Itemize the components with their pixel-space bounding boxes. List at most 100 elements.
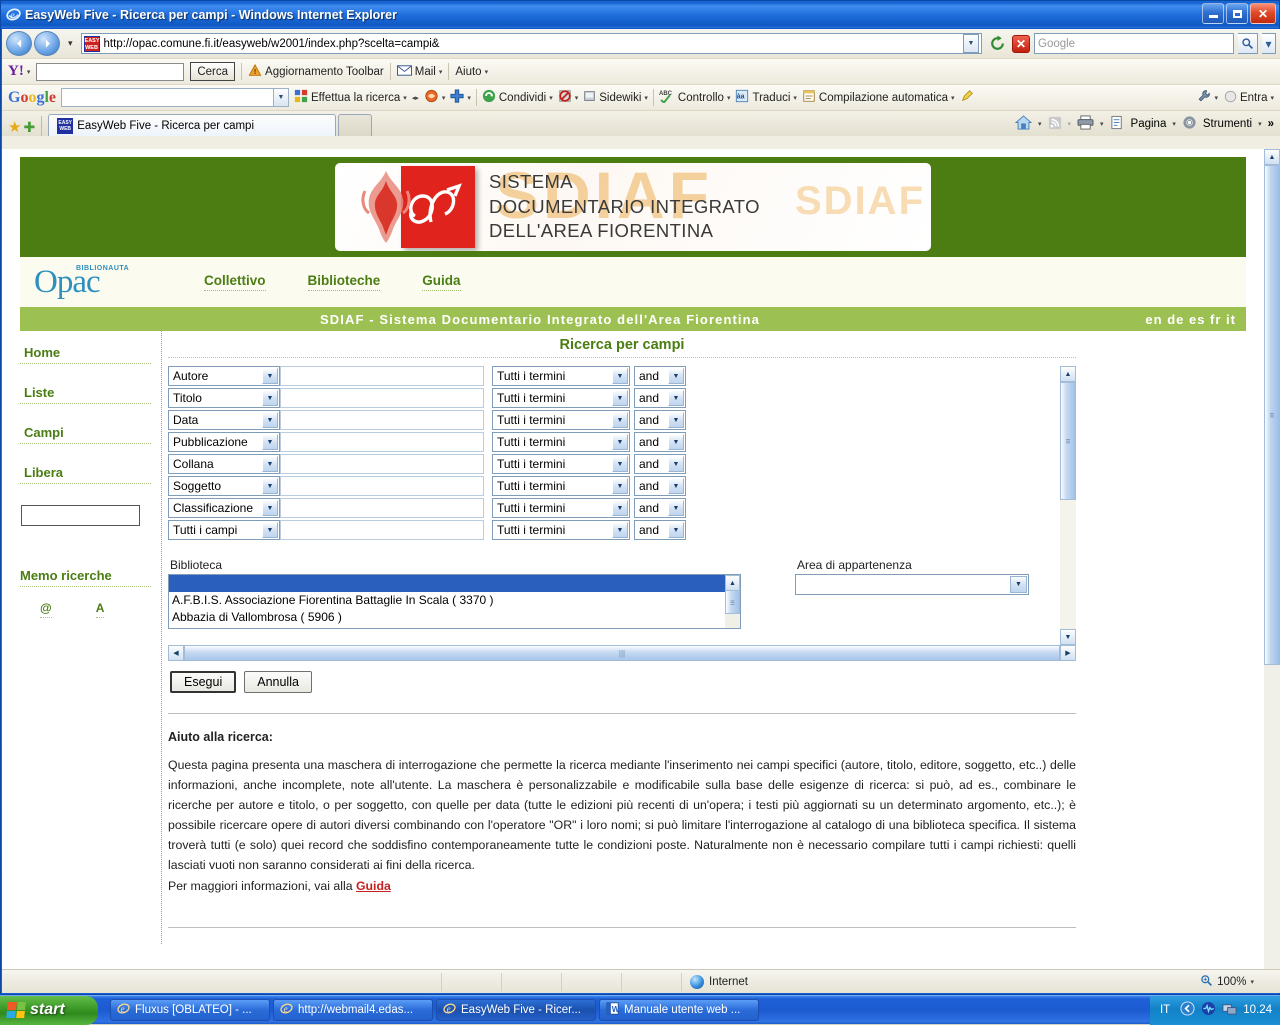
- field-value-6[interactable]: [280, 498, 484, 518]
- page-scroll-thumb[interactable]: ≡: [1264, 165, 1280, 665]
- scroll-right-icon[interactable]: ▶: [1060, 645, 1076, 661]
- field-select-0[interactable]: Autore▼: [168, 366, 280, 386]
- frame-horizontal-scrollbar[interactable]: ◀ ||| ▶: [168, 645, 1076, 661]
- language-switcher[interactable]: en de es fr it: [1145, 312, 1236, 327]
- chevron-down-icon[interactable]: ▼: [262, 368, 278, 384]
- chevron-down-icon[interactable]: ▼: [262, 412, 278, 428]
- highlighter-item[interactable]: [960, 89, 974, 106]
- stop-icon[interactable]: ✕: [1012, 35, 1030, 53]
- chevron-down-icon[interactable]: ▾: [442, 94, 446, 102]
- biblioteca-scrollbar[interactable]: ▲ ≡: [725, 575, 740, 629]
- search-icon[interactable]: [1238, 33, 1258, 54]
- nav-link-collettivo[interactable]: Collettivo: [204, 273, 266, 291]
- chevron-down-icon[interactable]: ▾: [793, 94, 797, 102]
- chevron-down-icon[interactable]: ▼: [262, 522, 278, 538]
- field-value-2[interactable]: [280, 410, 484, 430]
- guida-link[interactable]: Guida: [356, 879, 391, 893]
- chevron-down-icon[interactable]: ▾: [1038, 120, 1042, 128]
- chevron-down-icon[interactable]: ▼: [668, 390, 684, 406]
- chevron-down-icon[interactable]: ▼: [612, 434, 628, 450]
- forward-button[interactable]: [34, 31, 60, 56]
- translate-item[interactable]: àa Traduci ▾: [735, 89, 796, 106]
- task-easyweb[interactable]: e EasyWeb Five - Ricer...: [436, 999, 596, 1021]
- chevron-down-icon[interactable]: ▾: [403, 94, 407, 102]
- field-select-1[interactable]: Titolo▼: [168, 388, 280, 408]
- scroll-up-icon[interactable]: ▲: [1264, 149, 1280, 165]
- scroll-up-icon[interactable]: ▲: [1060, 366, 1076, 382]
- security-zone[interactable]: Internet: [682, 975, 748, 989]
- help-item[interactable]: Aiuto ▾: [455, 66, 488, 78]
- biblioteca-option[interactable]: Abbazia di Vallombrosa ( 5906 ): [169, 609, 740, 626]
- chevron-down-icon[interactable]: ▼: [612, 390, 628, 406]
- chevron-down-icon[interactable]: ▾: [485, 68, 489, 76]
- frame-scroll-thumb[interactable]: ≡: [1060, 382, 1076, 500]
- blocked-item[interactable]: ▾: [558, 89, 579, 106]
- operator-select-2[interactable]: and▼: [634, 410, 686, 430]
- autofill-item[interactable]: Compilazione automatica ▾: [802, 89, 955, 106]
- chevron-down-icon[interactable]: ▾: [644, 94, 648, 102]
- memo-email-icon[interactable]: @: [40, 601, 52, 618]
- refresh-icon[interactable]: [986, 33, 1008, 55]
- chevron-down-icon[interactable]: ▼: [668, 412, 684, 428]
- google-search-item[interactable]: Effettua la ricerca ▾: [294, 89, 407, 106]
- sidebar-item-home[interactable]: Home: [20, 345, 151, 364]
- chevron-down-icon[interactable]: ▾: [1250, 978, 1254, 986]
- toolbar-overflow-icon[interactable]: ◂▸: [412, 94, 419, 102]
- operator-select-6[interactable]: and▼: [634, 498, 686, 518]
- field-value-1[interactable]: [280, 388, 484, 408]
- browser-search-input[interactable]: Google: [1034, 33, 1234, 54]
- field-select-4[interactable]: Collana▼: [168, 454, 280, 474]
- history-dropdown-icon[interactable]: ▾: [64, 38, 77, 49]
- biblioteca-option-selected[interactable]: [169, 575, 740, 592]
- operator-select-0[interactable]: and▼: [634, 366, 686, 386]
- scroll-left-icon[interactable]: ◀: [168, 645, 184, 661]
- frame-hscroll-thumb[interactable]: |||: [184, 645, 1060, 661]
- scroll-up-icon[interactable]: ▲: [725, 575, 740, 591]
- field-value-4[interactable]: [280, 454, 484, 474]
- chevron-down-icon[interactable]: ▼: [262, 390, 278, 406]
- chevron-down-icon[interactable]: ▼: [262, 456, 278, 472]
- address-dropdown-icon[interactable]: ▼: [963, 34, 979, 53]
- biblioteca-listbox[interactable]: A.F.B.I.S. Associazione Fiorentina Batta…: [168, 574, 741, 629]
- settings-item[interactable]: ▾: [1197, 89, 1218, 106]
- field-select-2[interactable]: Data▼: [168, 410, 280, 430]
- chevron-down-icon[interactable]: ▼: [262, 478, 278, 494]
- show-hidden-icon[interactable]: [1180, 1001, 1195, 1019]
- field-select-3[interactable]: Pubblicazione▼: [168, 432, 280, 452]
- mode-select-7[interactable]: Tutti i termini▼: [492, 520, 630, 540]
- chevron-down-icon[interactable]: ▼: [668, 434, 684, 450]
- scroll-down-icon[interactable]: ▼: [1060, 629, 1076, 645]
- new-tab-button[interactable]: [338, 114, 372, 136]
- chevron-down-icon[interactable]: ▾: [951, 94, 955, 102]
- chevron-down-icon[interactable]: ▼: [612, 500, 628, 516]
- add-favorite-icon[interactable]: ✚: [23, 119, 35, 136]
- yahoo-search-button[interactable]: Cerca: [190, 62, 235, 81]
- mode-select-2[interactable]: Tutti i termini▼: [492, 410, 630, 430]
- task-fluxus[interactable]: e Fluxus [OBLATEO] - ...: [110, 999, 270, 1021]
- clock[interactable]: 10.24: [1243, 1004, 1272, 1016]
- submit-button[interactable]: Esegui: [170, 671, 236, 693]
- frame-vertical-scrollbar[interactable]: ▲ ≡ ▼: [1060, 366, 1076, 645]
- chevron-down-icon[interactable]: ▼: [668, 456, 684, 472]
- chevron-down-icon[interactable]: ▼: [668, 368, 684, 384]
- tab-easyweb[interactable]: EASYWEB EasyWeb Five - Ricerca per campi: [48, 114, 336, 136]
- print-icon[interactable]: [1077, 115, 1094, 133]
- chevron-down-icon[interactable]: ▾: [1270, 94, 1274, 102]
- chevron-down-icon[interactable]: ▾: [1258, 120, 1262, 128]
- chevron-down-icon[interactable]: ▼: [668, 522, 684, 538]
- chevron-down-icon[interactable]: ▼: [1010, 576, 1027, 593]
- chevron-down-icon[interactable]: ▾: [1214, 94, 1218, 102]
- task-webmail[interactable]: e http://webmail4.edas...: [273, 999, 433, 1021]
- chevron-down-icon[interactable]: ▼: [612, 456, 628, 472]
- field-select-6[interactable]: Classificazione▼: [168, 498, 280, 518]
- field-value-3[interactable]: [280, 432, 484, 452]
- network-icon[interactable]: [1222, 1001, 1237, 1019]
- chevron-down-icon[interactable]: ▾: [1100, 120, 1104, 128]
- spellcheck-item[interactable]: ABC Controllo ▾: [659, 89, 731, 106]
- nav-link-guida[interactable]: Guida: [422, 273, 460, 291]
- mode-select-5[interactable]: Tutti i termini▼: [492, 476, 630, 496]
- back-button[interactable]: [6, 31, 32, 56]
- bookmark-item[interactable]: ▾: [424, 89, 446, 106]
- page-vertical-scrollbar[interactable]: ▲ ≡: [1264, 149, 1280, 970]
- chevron-down-icon[interactable]: ▾: [439, 68, 443, 76]
